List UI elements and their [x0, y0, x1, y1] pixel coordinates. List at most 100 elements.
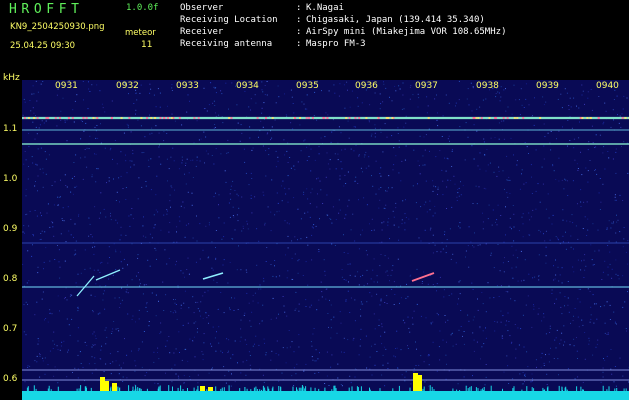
- noise-dot: [331, 354, 333, 356]
- noise-dot: [200, 138, 202, 140]
- noise-dot: [517, 327, 519, 329]
- noise-dot: [118, 330, 120, 332]
- noise-dot: [481, 292, 483, 293]
- noise-dot: [371, 295, 373, 297]
- carrier-hotspot: [27, 117, 30, 119]
- noise-dot: [250, 194, 252, 196]
- noise-dot: [39, 354, 41, 355]
- noise-dot: [602, 152, 604, 154]
- noise-dot: [357, 183, 359, 184]
- noise-dot: [189, 100, 190, 102]
- signal-burst: [200, 386, 205, 391]
- noise-dot: [231, 238, 233, 239]
- noise-dot: [206, 317, 208, 319]
- noise-dot: [115, 328, 117, 330]
- noise-dot: [354, 240, 356, 242]
- noise-dot: [193, 312, 195, 314]
- bottom-noise-spike: [314, 387, 316, 391]
- noise-dot: [398, 85, 400, 87]
- bottom-noise-spike: [490, 385, 492, 391]
- noise-dot: [158, 146, 160, 148]
- noise-dot: [477, 165, 479, 167]
- noise-dot: [212, 269, 214, 271]
- x-tick-0934: 0934: [236, 81, 259, 91]
- noise-dot: [584, 254, 586, 256]
- noise-dot: [627, 291, 628, 293]
- noise-dot: [341, 168, 343, 170]
- noise-dot: [122, 381, 124, 382]
- noise-dot: [596, 173, 598, 175]
- noise-dot: [451, 293, 453, 295]
- noise-dot: [64, 260, 66, 262]
- noise-dot: [192, 296, 194, 298]
- noise-dot: [271, 350, 273, 352]
- noise-dot: [241, 230, 243, 232]
- noise-dot: [229, 262, 231, 263]
- noise-dot: [615, 148, 617, 150]
- receiver-value: AirSpy mini (Miakejima VOR 108.65MHz): [306, 27, 507, 37]
- noise-dot: [553, 279, 555, 281]
- noise-dot: [119, 239, 121, 241]
- noise-dot: [416, 348, 417, 350]
- noise-dot: [40, 83, 42, 85]
- noise-dot: [311, 356, 313, 358]
- noise-dot: [306, 188, 308, 190]
- noise-dot: [135, 109, 137, 111]
- bottom-noise-spike: [26, 387, 28, 391]
- noise-dot: [473, 246, 475, 248]
- noise-dot: [396, 347, 398, 349]
- noise-dot: [250, 172, 252, 174]
- noise-dot: [185, 165, 186, 166]
- noise-dot: [419, 173, 421, 175]
- noise-dot: [533, 304, 534, 306]
- noise-dot: [386, 270, 388, 272]
- noise-dot: [24, 381, 26, 383]
- noise-dot: [196, 159, 198, 161]
- noise-dot: [80, 363, 82, 364]
- noise-dot: [374, 124, 376, 126]
- x-tick-0936: 0936: [355, 81, 378, 91]
- noise-dot: [434, 244, 436, 246]
- noise-dot: [309, 203, 311, 205]
- noise-dot: [119, 307, 121, 308]
- noise-dot: [168, 257, 170, 259]
- noise-dot: [115, 269, 117, 271]
- noise-dot: [131, 279, 133, 281]
- noise-dot: [141, 152, 143, 154]
- noise-dot: [54, 259, 56, 260]
- noise-dot: [611, 277, 613, 279]
- noise-dot: [604, 260, 606, 262]
- noise-dot: [188, 273, 190, 275]
- noise-dot: [447, 158, 449, 160]
- noise-dot: [543, 365, 545, 366]
- noise-dot: [583, 277, 585, 278]
- noise-dot: [407, 348, 409, 349]
- noise-dot: [143, 284, 145, 286]
- noise-dot: [175, 311, 177, 313]
- noise-dot: [379, 173, 381, 174]
- carrier-hotspot: [581, 117, 584, 119]
- noise-dot: [405, 122, 407, 124]
- bottom-noise-spike: [521, 389, 523, 391]
- noise-dot: [41, 230, 43, 232]
- noise-dot: [40, 238, 42, 240]
- noise-dot: [389, 96, 390, 98]
- noise-dot: [52, 226, 54, 228]
- noise-dot: [138, 177, 140, 179]
- carrier-hotspot: [178, 117, 181, 119]
- noise-dot: [614, 196, 616, 198]
- noise-dot: [382, 151, 384, 153]
- noise-dot: [244, 312, 246, 314]
- noise-dot: [452, 332, 453, 334]
- noise-dot: [471, 282, 473, 284]
- noise-dot: [423, 361, 425, 363]
- noise-dot: [381, 222, 383, 224]
- noise-dot: [379, 93, 381, 95]
- noise-dot: [99, 312, 101, 314]
- noise-dot: [332, 119, 334, 121]
- noise-dot: [419, 135, 421, 137]
- noise-dot: [187, 257, 189, 259]
- noise-dot: [455, 343, 457, 345]
- noise-dot: [175, 348, 177, 350]
- noise-dot: [294, 309, 296, 311]
